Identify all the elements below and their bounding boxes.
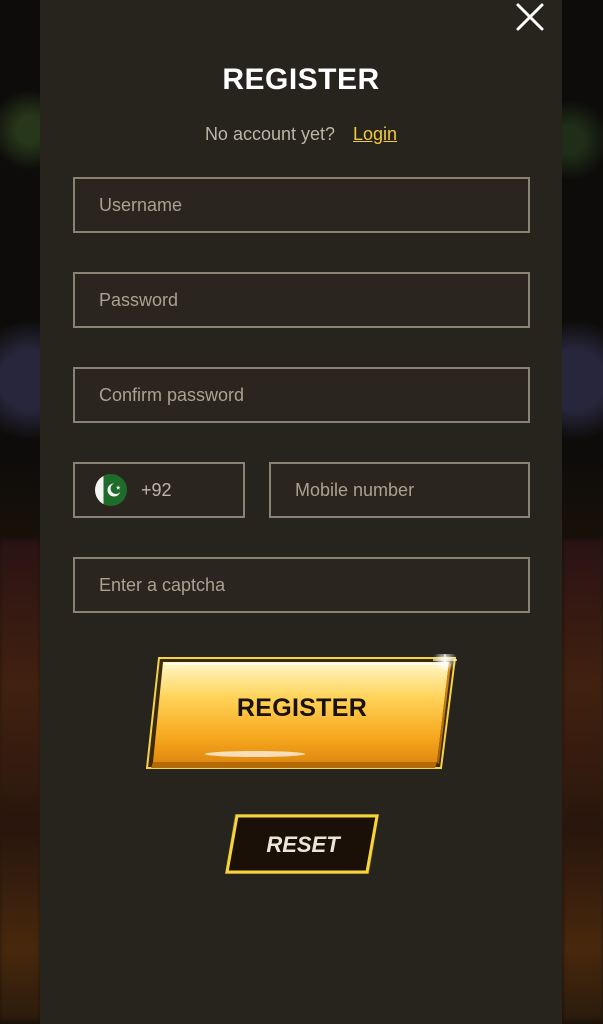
register-modal: REGISTER No account yet? Login +92 [40, 0, 562, 1024]
background-left-strip [0, 540, 40, 1020]
login-prompt: No account yet? Login [40, 124, 562, 145]
password-field[interactable] [73, 272, 530, 328]
modal-title: REGISTER [222, 63, 380, 96]
register-button[interactable]: REGISTER [145, 654, 459, 774]
register-button-label: REGISTER [236, 694, 368, 722]
confirm-password-field[interactable] [73, 367, 530, 423]
mobile-number-field[interactable] [269, 462, 530, 518]
username-input[interactable] [75, 179, 528, 231]
no-account-text: No account yet? [204, 124, 336, 144]
mobile-number-input[interactable] [271, 464, 528, 516]
login-link[interactable]: Login [353, 124, 397, 144]
close-icon[interactable] [514, 2, 548, 32]
username-field[interactable] [73, 177, 530, 233]
captcha-input[interactable] [75, 559, 528, 611]
reset-button-label: RESET [266, 832, 340, 857]
password-input[interactable] [75, 274, 528, 326]
confirm-password-input[interactable] [75, 369, 528, 421]
country-code-selector[interactable]: +92 [73, 462, 245, 518]
background-right-strip [563, 540, 603, 1020]
captcha-field[interactable] [73, 557, 530, 613]
pakistan-flag-icon [95, 474, 127, 506]
country-code-value: +92 [141, 479, 172, 500]
reset-button[interactable]: RESET [223, 810, 383, 878]
